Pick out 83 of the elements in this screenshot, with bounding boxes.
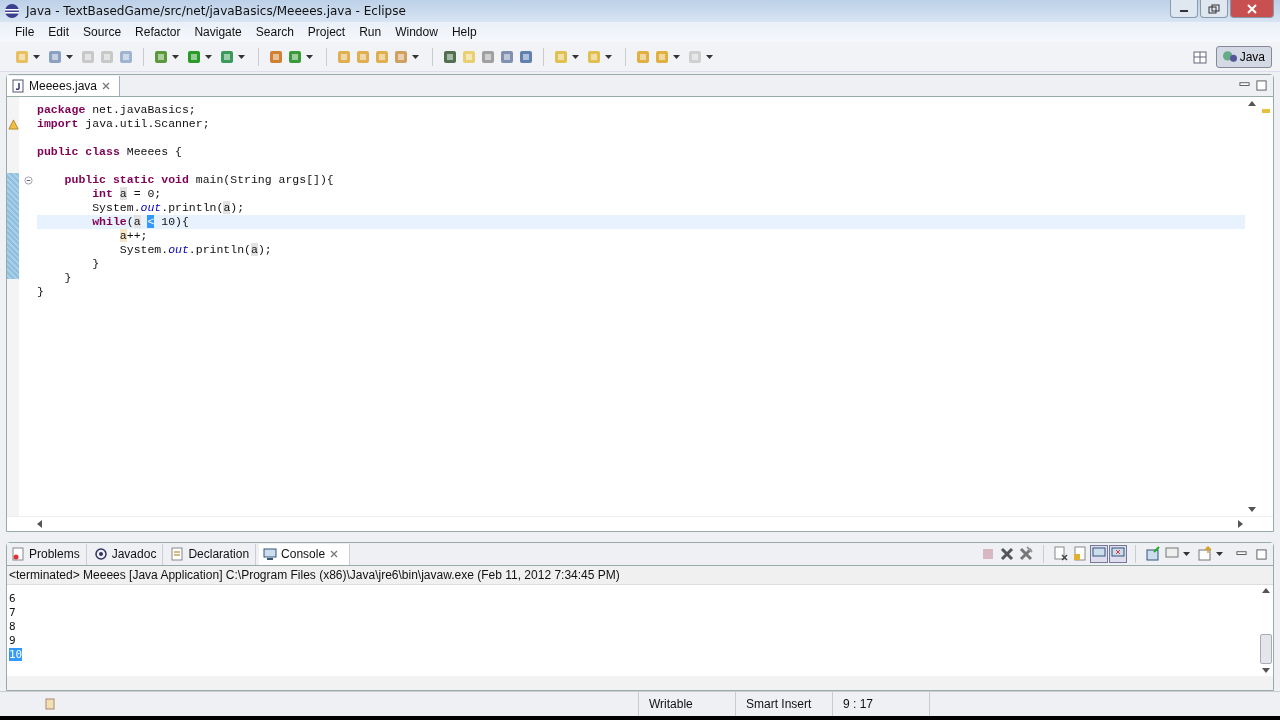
menu-item[interactable]: Run (352, 24, 389, 39)
minimize-button[interactable] (1170, 0, 1198, 18)
scroll-up-icon[interactable] (1262, 588, 1270, 594)
scrollbar-thumb[interactable] (1260, 634, 1272, 664)
view-tab[interactable]: Console (259, 543, 351, 565)
output-line: 7 (9, 606, 16, 620)
dropdown-icon[interactable] (205, 54, 212, 59)
code-line: System.out.println(a); (118, 243, 272, 257)
menu-item[interactable]: Navigate (187, 24, 249, 39)
console-pin-icon[interactable] (1091, 546, 1107, 563)
open-perspective-icon[interactable] (1192, 48, 1209, 65)
dropdown-icon[interactable] (238, 54, 245, 59)
dropdown-icon[interactable] (706, 54, 713, 59)
output-line: 8 (9, 620, 16, 634)
menu-item[interactable]: Window (388, 24, 445, 39)
maximize-icon[interactable] (1256, 80, 1267, 92)
dropdown-icon[interactable] (33, 54, 40, 59)
maximize-icon[interactable] (1256, 548, 1267, 560)
new-console-icon[interactable] (1145, 546, 1161, 563)
window-title: Java - TextBasedGame/src/net/javaBasics/Meeees.java - Eclipse (26, 3, 406, 18)
close-icon (1246, 3, 1258, 14)
warning-marker[interactable] (1262, 109, 1270, 114)
scroll-up-icon[interactable] (1248, 101, 1256, 107)
dropdown-icon[interactable] (1183, 552, 1190, 557)
status-field: Writable (638, 692, 735, 716)
code-line: import java.util.Scanner; (37, 117, 210, 131)
at-sign-icon (93, 547, 108, 562)
view-tab[interactable]: Problems (7, 543, 87, 565)
clear-console-icon[interactable] (1053, 546, 1069, 563)
dropdown-icon[interactable] (412, 54, 419, 59)
output-line: 6 (9, 592, 16, 606)
editor-tab[interactable]: Meeees.java (7, 75, 121, 96)
code-line: public class Meeees { (37, 145, 182, 159)
scroll-right-icon[interactable] (1238, 520, 1243, 529)
view-tab[interactable]: Javadoc (89, 543, 164, 565)
code-line: int a = 0; (91, 187, 162, 201)
code-line: System.out.println(a); (91, 201, 245, 215)
perspective-button[interactable]: Java (1215, 45, 1272, 68)
collapse-icon[interactable] (23, 175, 33, 185)
remove-all-icon[interactable] (1018, 546, 1034, 563)
declaration-icon (170, 547, 185, 562)
menu-item[interactable]: Edit (41, 24, 77, 39)
close-icon[interactable] (101, 80, 112, 91)
dropdown-icon[interactable] (673, 54, 680, 59)
dropdown-icon[interactable] (572, 54, 579, 59)
code-line: while(a < 10){ (91, 215, 189, 229)
scroll-down-icon[interactable] (1262, 668, 1270, 673)
status-field: Smart Insert (735, 692, 832, 716)
remove-launch-icon[interactable] (999, 546, 1015, 563)
code-line: package net.javaBasics; (37, 103, 196, 117)
dropdown-icon[interactable] (306, 54, 313, 59)
code-line: } (63, 271, 72, 285)
dropdown-icon[interactable] (172, 54, 179, 59)
perspective-icon (1222, 51, 1237, 62)
dropdown-icon[interactable] (66, 54, 73, 59)
dropdown-icon[interactable] (1216, 552, 1223, 557)
console-header: <terminated> Meeees [Java Application] C:\Program Files (x86)\Java\jre6\bin\javaw.exe (Feb 11, 2012 7:34:45 PM) (9, 568, 620, 583)
close-button[interactable] (1230, 0, 1274, 18)
menu-item[interactable]: Project (300, 24, 353, 39)
dropdown-icon[interactable] (605, 54, 612, 59)
code-line: } (91, 257, 100, 271)
scroll-down-icon[interactable] (1248, 507, 1256, 513)
close-icon[interactable] (329, 549, 340, 560)
menu-item[interactable]: Search (248, 24, 301, 39)
code-line: public static void main(String args[]){ (63, 173, 334, 187)
java-file-icon (11, 78, 25, 93)
menu-item[interactable]: Help (444, 24, 484, 39)
scroll-left-icon[interactable] (37, 520, 42, 529)
menu-item[interactable]: Source (76, 24, 129, 39)
menu-item[interactable]: Refactor (128, 24, 188, 39)
console-error-icon[interactable] (1110, 546, 1126, 563)
view-tab[interactable]: Declaration (166, 543, 257, 565)
output-line: 9 (9, 634, 16, 648)
fast-view-icon[interactable] (44, 697, 56, 711)
menu-item[interactable]: File (8, 24, 42, 39)
code-line: a++; (118, 229, 148, 243)
code-line: } (37, 285, 44, 299)
restore-button[interactable] (1200, 0, 1228, 18)
console-icon (263, 547, 278, 562)
restore-icon (1208, 3, 1220, 14)
status-field: 9 : 17 (832, 692, 929, 716)
problems-icon (11, 547, 25, 562)
eclipse-icon (4, 2, 20, 19)
